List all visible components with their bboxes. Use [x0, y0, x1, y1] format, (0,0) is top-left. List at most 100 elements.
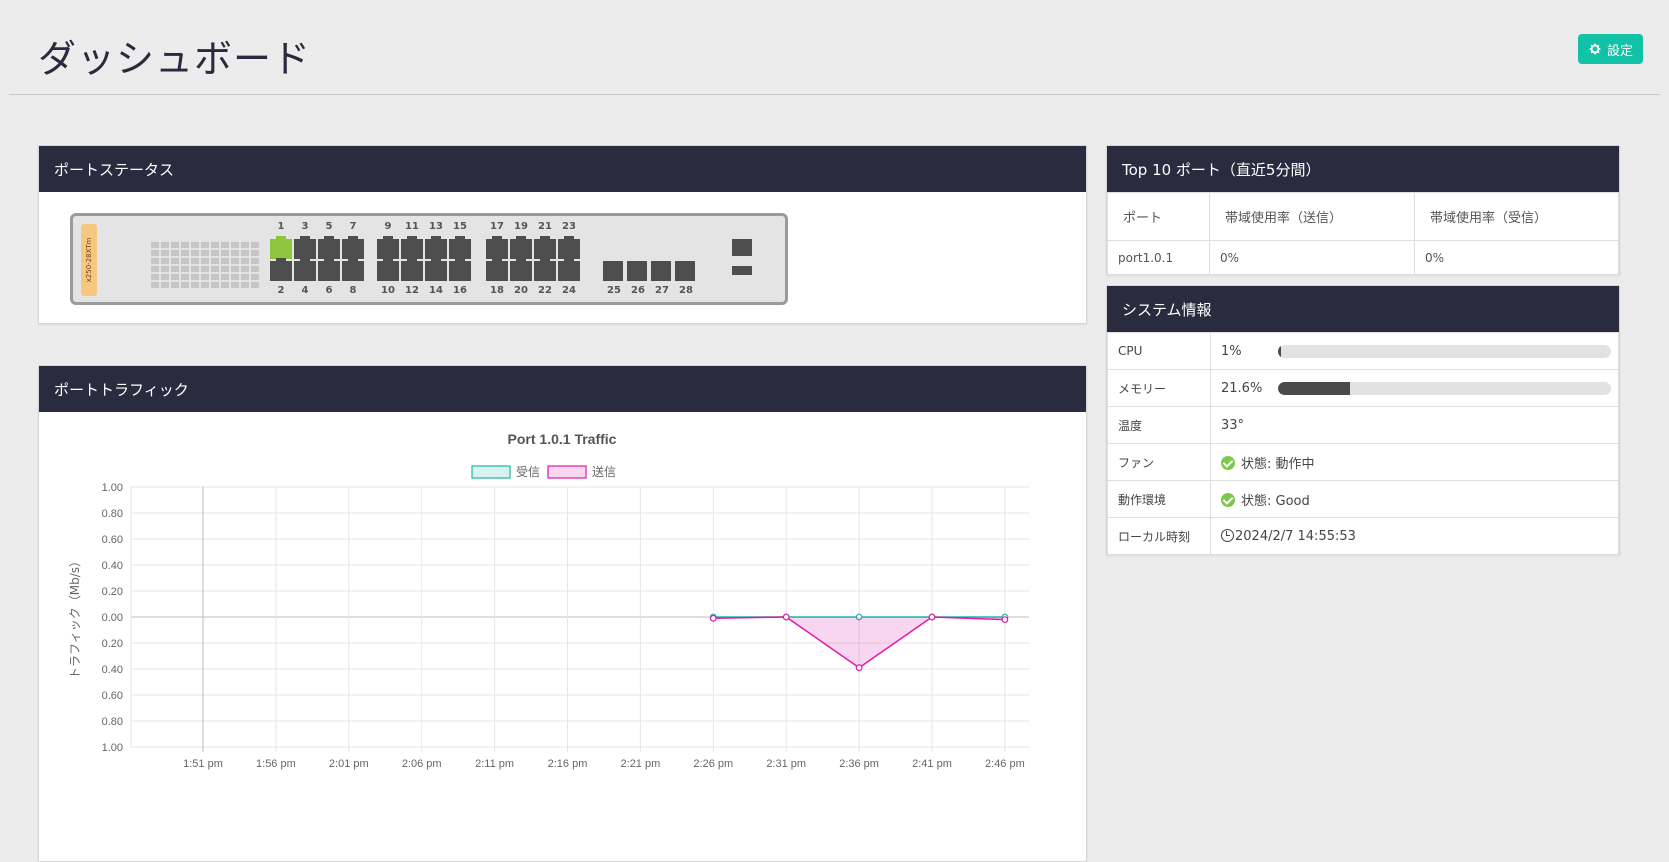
y-tick-0: 1.00	[102, 482, 123, 494]
port-3[interactable]	[294, 236, 316, 259]
port-number-23: 23	[562, 221, 576, 232]
clock-icon	[1221, 528, 1234, 542]
x-tick-11: 2:46 pm	[985, 758, 1025, 770]
port-number-28: 28	[679, 285, 693, 296]
port-19[interactable]	[510, 236, 532, 259]
x-tick-8: 2:31 pm	[766, 758, 806, 770]
cpu-bar-fill	[1278, 344, 1282, 358]
port-number-7: 7	[349, 221, 357, 232]
environment-status: 状態: Good	[1241, 493, 1310, 509]
y-axis-label: トラフィック（Mb/s）	[68, 555, 82, 679]
port-10[interactable]	[377, 258, 399, 281]
x-tick-4: 2:11 pm	[475, 758, 514, 770]
legend-swatch-0	[471, 465, 511, 479]
col-port: ポート	[1107, 192, 1210, 241]
legend-label-1: 送信	[592, 464, 616, 479]
memory-bar-fill	[1278, 381, 1350, 395]
console-port[interactable]	[732, 239, 752, 256]
page-header: ダッシュボード 設定	[9, 0, 1660, 95]
port-number-4: 4	[301, 285, 309, 296]
port-traffic-panel: ポートトラフィック Port 1.0.1 Traffic 受信 送信 1.00 0.80…	[38, 365, 1087, 862]
port-1[interactable]	[270, 236, 292, 259]
y-tick-1: 0.80	[102, 508, 123, 520]
port-7[interactable]	[342, 236, 364, 259]
top10-panel: Top 10 ポート（直近5分間） ポート 帯域使用率（送信） 帯域使用率（受信…	[1106, 145, 1620, 275]
port-25[interactable]	[603, 261, 623, 281]
legend-label-0: 受信	[516, 465, 540, 479]
x-tick-5: 2:16 pm	[548, 758, 588, 770]
y-tick-3: 0.40	[102, 560, 123, 572]
x-tick-6: 2:21 pm	[621, 758, 661, 770]
port-5[interactable]	[318, 236, 340, 259]
port-16[interactable]	[449, 258, 471, 281]
port-number-25: 25	[607, 285, 621, 296]
port-13[interactable]	[425, 236, 447, 259]
port-11[interactable]	[401, 236, 423, 259]
y-tick-2: 0.60	[102, 534, 123, 546]
x-tick-1: 1:56 pm	[256, 758, 296, 770]
usb-port[interactable]	[732, 266, 752, 275]
port-15[interactable]	[449, 236, 471, 259]
model-label: x250-28XTm	[81, 224, 97, 296]
port-24[interactable]	[558, 258, 580, 281]
y-tick-8: 0.60	[102, 690, 123, 702]
port-number-15: 15	[453, 221, 467, 232]
port-22[interactable]	[534, 258, 556, 281]
port-17[interactable]	[486, 236, 508, 259]
port-traffic-title: ポートトラフィック	[39, 366, 1086, 412]
environment-label: 動作環境	[1107, 480, 1211, 518]
port-status-title: ポートステータス	[39, 146, 1086, 192]
system-info-title: システム情報	[1107, 286, 1619, 332]
legend-swatch-1	[547, 465, 587, 479]
local-time-label: ローカル時刻	[1107, 517, 1211, 555]
settings-label: 設定	[1607, 43, 1634, 59]
series-point-1-1	[782, 613, 790, 621]
port-12[interactable]	[401, 258, 423, 281]
port-number-2: 2	[277, 285, 285, 296]
port-number-5: 5	[325, 221, 333, 232]
series-point-1-4	[1001, 616, 1009, 624]
port-number-22: 22	[538, 285, 552, 296]
x-tick-2: 2:01 pm	[329, 758, 369, 770]
port-number-27: 27	[655, 285, 669, 296]
check-circle-icon	[1221, 492, 1235, 507]
port-14[interactable]	[425, 258, 447, 281]
col-tx: 帯域使用率（送信）	[1209, 192, 1415, 241]
y-tick-6: 0.20	[102, 638, 123, 650]
port-26[interactable]	[627, 261, 647, 281]
table-row: port1.0.1 0% 0%	[1107, 240, 1619, 275]
cell-rx: 0%	[1414, 240, 1619, 275]
port-2[interactable]	[270, 258, 292, 281]
port-number-10: 10	[381, 285, 395, 296]
port-21[interactable]	[534, 236, 556, 259]
page-title: ダッシュボード	[38, 37, 312, 81]
port-20[interactable]	[510, 258, 532, 281]
switch-faceplate: x250-28XTm 1 3 5 7 9 11 13 15 17 19 21 23 2 4 6 8 10 12 14…	[70, 213, 788, 305]
memory-label: メモリー	[1107, 369, 1211, 407]
gear-icon	[1589, 43, 1601, 55]
system-info-table: CPU 1% メモリー 21.6% 温度 33° ファン 状態: 動作中 動作環…	[1107, 332, 1619, 555]
settings-button[interactable]: 設定	[1578, 34, 1644, 64]
port-number-14: 14	[429, 285, 443, 296]
port-number-26: 26	[631, 285, 645, 296]
y-tick-9: 0.80	[102, 716, 123, 728]
port-28[interactable]	[675, 261, 695, 281]
port-6[interactable]	[318, 258, 340, 281]
port-number-13: 13	[429, 221, 443, 232]
port-number-8: 8	[349, 285, 357, 296]
port-status-panel: ポートステータス x250-28XTm 1 3 5 7 9 11 13 15 17 19 21 23 2…	[38, 145, 1087, 324]
port-8[interactable]	[342, 258, 364, 281]
col-rx: 帯域使用率（受信）	[1414, 192, 1619, 241]
port-18[interactable]	[486, 258, 508, 281]
port-number-16: 16	[453, 285, 467, 296]
cpu-value: 1%	[1221, 343, 1242, 359]
port-4[interactable]	[294, 258, 316, 281]
y-tick-10: 1.00	[102, 742, 123, 754]
port-9[interactable]	[377, 236, 399, 259]
chart-title: Port 1.0.1 Traffic	[508, 431, 617, 447]
port-number-21: 21	[538, 221, 552, 232]
port-23[interactable]	[558, 236, 580, 259]
port-number-1: 1	[277, 221, 285, 232]
port-27[interactable]	[651, 261, 671, 281]
x-tick-3: 2:06 pm	[402, 758, 442, 770]
